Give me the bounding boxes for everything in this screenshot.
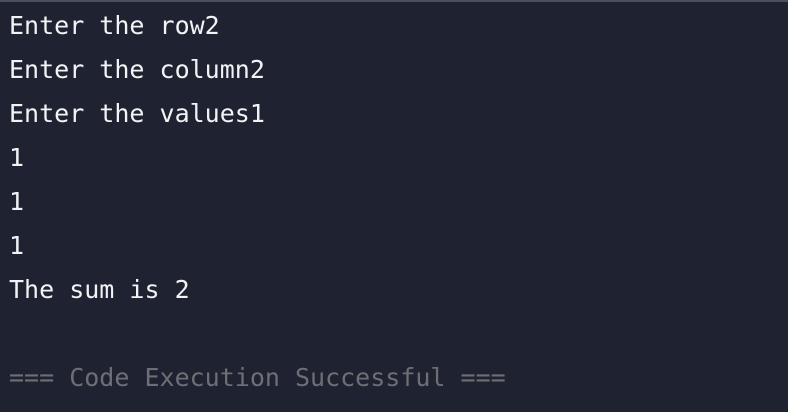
output-line: 1 [9, 231, 25, 260]
execution-status-message: === Code Execution Successful === [9, 363, 506, 392]
output-console: Enter the row2 Enter the column2 Enter t… [0, 0, 788, 412]
output-line: Enter the row2 [9, 11, 220, 40]
output-line: 1 [9, 143, 25, 172]
output-line: Enter the column2 [9, 55, 265, 84]
output-line: 1 [9, 187, 25, 216]
output-line: Enter the values1 [9, 99, 265, 128]
output-line: The sum is 2 [9, 275, 190, 304]
